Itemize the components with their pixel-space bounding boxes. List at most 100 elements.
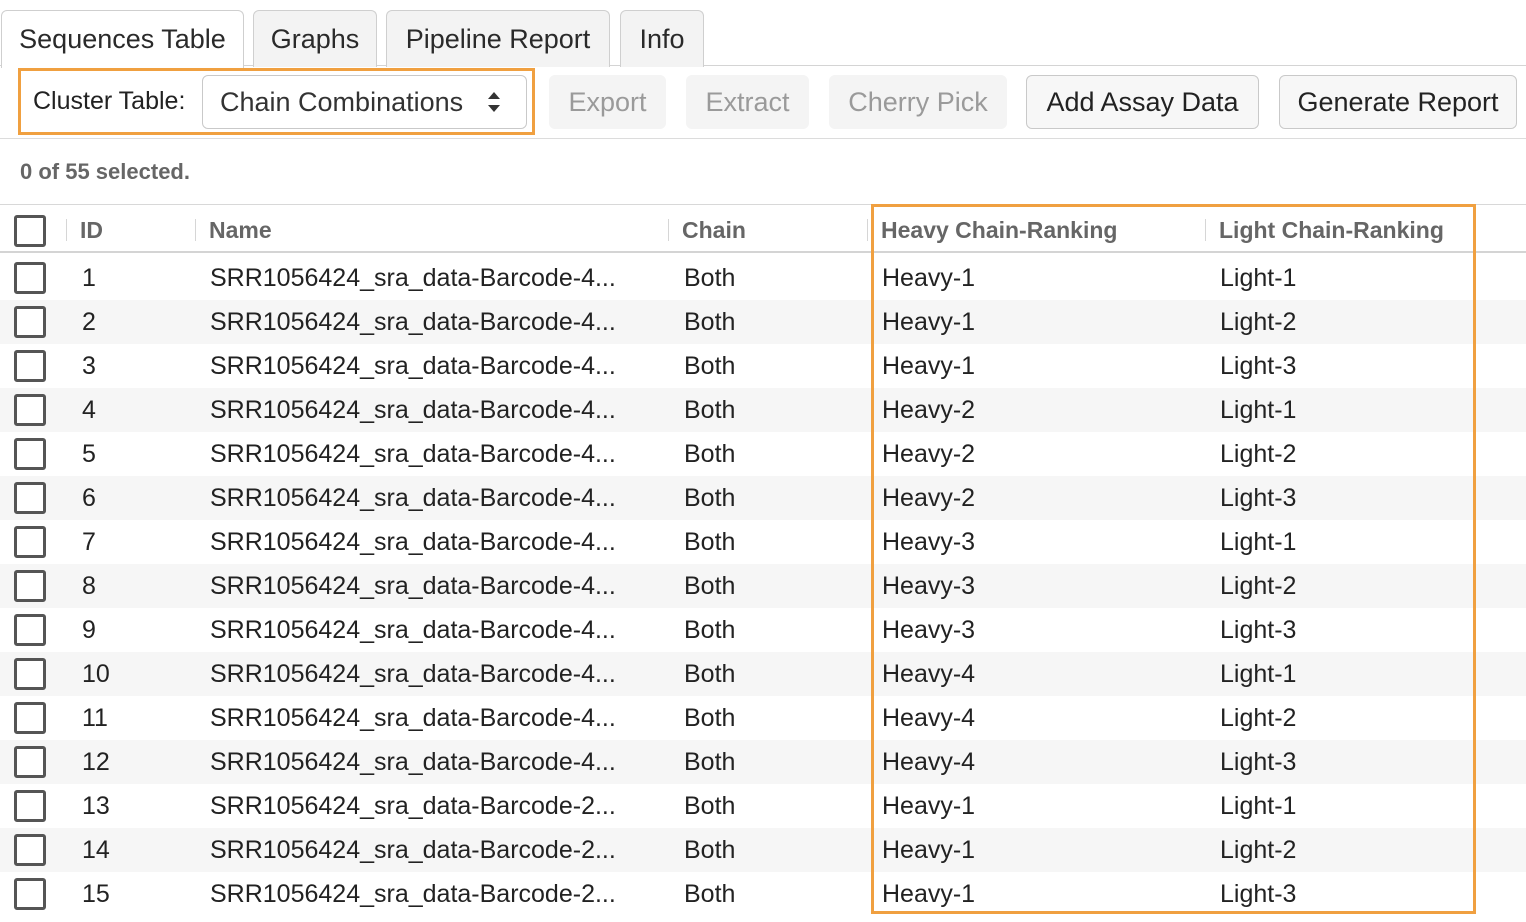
row-checkbox[interactable]: [14, 746, 46, 778]
cell-id: 14: [82, 836, 110, 864]
cell-chain: Both: [684, 748, 736, 776]
column-header-id[interactable]: ID: [80, 217, 103, 244]
cell-name: SRR1056424_sra_data-Barcode-4...: [210, 484, 616, 512]
cell-id: 12: [82, 748, 110, 776]
cell-name: SRR1056424_sra_data-Barcode-4...: [210, 264, 616, 292]
tab-label: Graphs: [270, 23, 360, 54]
cell-id: 7: [82, 528, 96, 556]
cell-chain: Both: [684, 792, 736, 820]
row-checkbox[interactable]: [14, 350, 46, 382]
row-checkbox[interactable]: [14, 438, 46, 470]
table-row[interactable]: 5 SRR1056424_sra_data-Barcode-4... Both Hea…: [0, 432, 1526, 476]
tab-pipeline-report[interactable]: Pipeline Report: [386, 10, 610, 67]
cell-id: 2: [82, 308, 96, 336]
cell-id: 9: [82, 616, 96, 644]
column-header-light-chain-ranking[interactable]: Light Chain-Ranking: [1219, 217, 1444, 244]
row-checkbox[interactable]: [14, 878, 46, 910]
cell-light-chain-ranking: Light-1: [1220, 528, 1297, 556]
cell-name: SRR1056424_sra_data-Barcode-4...: [210, 616, 616, 644]
cell-light-chain-ranking: Light-1: [1220, 660, 1297, 688]
table-row[interactable]: 13 SRR1056424_sra_data-Barcode-2... Both He…: [0, 784, 1526, 828]
cell-chain: Both: [684, 836, 736, 864]
table-row[interactable]: 4 SRR1056424_sra_data-Barcode-4... Both Hea…: [0, 388, 1526, 432]
extract-button[interactable]: Extract: [686, 75, 809, 129]
row-checkbox[interactable]: [14, 790, 46, 822]
row-checkbox[interactable]: [14, 482, 46, 514]
cell-id: 8: [82, 572, 96, 600]
table-row[interactable]: 14 SRR1056424_sra_data-Barcode-2... Both He…: [0, 828, 1526, 872]
column-header-chain[interactable]: Chain: [682, 217, 746, 244]
table-row[interactable]: 6 SRR1056424_sra_data-Barcode-4... Both Hea…: [0, 476, 1526, 520]
select-all-checkbox[interactable]: [14, 215, 46, 247]
cell-name: SRR1056424_sra_data-Barcode-4...: [210, 660, 616, 688]
extract-button-label: Extract: [705, 86, 790, 117]
cell-light-chain-ranking: Light-2: [1220, 836, 1297, 864]
cell-name: SRR1056424_sra_data-Barcode-4...: [210, 572, 616, 600]
add-assay-data-button-label: Add Assay Data: [1046, 86, 1239, 117]
cell-name: SRR1056424_sra_data-Barcode-4...: [210, 308, 616, 336]
cell-light-chain-ranking: Light-2: [1220, 440, 1297, 468]
cell-chain: Both: [684, 616, 736, 644]
cell-light-chain-ranking: Light-1: [1220, 264, 1297, 292]
cherry-pick-button[interactable]: Cherry Pick: [829, 75, 1007, 129]
row-checkbox[interactable]: [14, 658, 46, 690]
column-header-name[interactable]: Name: [209, 217, 272, 244]
table-row[interactable]: 10 SRR1056424_sra_data-Barcode-4... Both He…: [0, 652, 1526, 696]
cell-id: 5: [82, 440, 96, 468]
cherry-pick-button-label: Cherry Pick: [848, 86, 988, 117]
cell-heavy-chain-ranking: Heavy-4: [882, 660, 976, 688]
table-row[interactable]: 12 SRR1056424_sra_data-Barcode-4... Both He…: [0, 740, 1526, 784]
cluster-table-select-value: Chain Combinations: [220, 86, 464, 117]
table-row[interactable]: 2 SRR1056424_sra_data-Barcode-4... Both Hea…: [0, 300, 1526, 344]
tab-sequences-table[interactable]: Sequences Table: [1, 10, 244, 68]
table-row[interactable]: 9 SRR1056424_sra_data-Barcode-4... Both Hea…: [0, 608, 1526, 652]
generate-report-button-label: Generate Report: [1297, 86, 1499, 117]
cluster-table-select[interactable]: Chain Combinations: [202, 75, 527, 129]
generate-report-button[interactable]: Generate Report: [1279, 75, 1517, 129]
cell-chain: Both: [684, 440, 736, 468]
cell-chain: Both: [684, 660, 736, 688]
tab-info[interactable]: Info: [620, 10, 704, 67]
row-checkbox[interactable]: [14, 614, 46, 646]
table-row[interactable]: 11 SRR1056424_sra_data-Barcode-4... Both He…: [0, 696, 1526, 740]
cell-id: 3: [82, 352, 96, 380]
row-checkbox[interactable]: [14, 306, 46, 338]
table-row[interactable]: 3 SRR1056424_sra_data-Barcode-4... Both Hea…: [0, 344, 1526, 388]
cell-chain: Both: [684, 484, 736, 512]
row-checkbox[interactable]: [14, 834, 46, 866]
cell-heavy-chain-ranking: Heavy-4: [882, 748, 976, 776]
cell-name: SRR1056424_sra_data-Barcode-4...: [210, 440, 616, 468]
column-divider: [867, 219, 868, 241]
column-divider: [668, 219, 669, 241]
cell-id: 6: [82, 484, 96, 512]
row-checkbox[interactable]: [14, 526, 46, 558]
cell-name: SRR1056424_sra_data-Barcode-2...: [210, 792, 616, 820]
cell-chain: Both: [684, 572, 736, 600]
column-divider: [66, 219, 67, 241]
tab-graphs[interactable]: Graphs: [253, 10, 377, 67]
table-row[interactable]: 8 SRR1056424_sra_data-Barcode-4... Both Hea…: [0, 564, 1526, 608]
add-assay-data-button[interactable]: Add Assay Data: [1026, 75, 1259, 129]
table-row[interactable]: 1 SRR1056424_sra_data-Barcode-4... Both Hea…: [0, 256, 1526, 300]
cell-light-chain-ranking: Light-1: [1220, 792, 1297, 820]
cell-chain: Both: [684, 396, 736, 424]
cell-id: 13: [82, 792, 110, 820]
table-row[interactable]: 7 SRR1056424_sra_data-Barcode-4... Both Hea…: [0, 520, 1526, 564]
selection-status: 0 of 55 selected.: [20, 159, 190, 184]
row-checkbox[interactable]: [14, 394, 46, 426]
cell-heavy-chain-ranking: Heavy-3: [882, 616, 976, 644]
export-button[interactable]: Export: [549, 75, 666, 129]
column-header-heavy-chain-ranking[interactable]: Heavy Chain-Ranking: [881, 217, 1117, 244]
cell-chain: Both: [684, 264, 736, 292]
cell-id: 11: [82, 704, 108, 732]
row-checkbox[interactable]: [14, 702, 46, 734]
table-row[interactable]: 15 SRR1056424_sra_data-Barcode-2... Both He…: [0, 872, 1526, 916]
cell-chain: Both: [684, 704, 736, 732]
row-checkbox[interactable]: [14, 570, 46, 602]
cell-heavy-chain-ranking: Heavy-2: [882, 440, 976, 468]
tab-label: Info: [639, 23, 685, 54]
cell-name: SRR1056424_sra_data-Barcode-4...: [210, 352, 616, 380]
cell-light-chain-ranking: Light-3: [1220, 352, 1297, 380]
row-checkbox[interactable]: [14, 262, 46, 294]
cell-chain: Both: [684, 352, 736, 380]
